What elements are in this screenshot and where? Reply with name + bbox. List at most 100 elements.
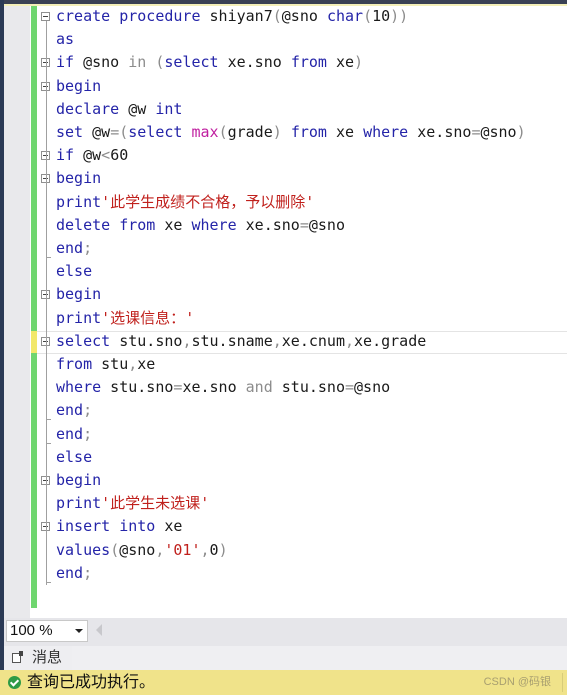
code-token: @w xyxy=(119,99,156,118)
code-token: where xyxy=(56,378,102,397)
code-token: ) xyxy=(218,540,228,559)
code-line: begin xyxy=(56,469,101,492)
code-token: xe xyxy=(155,215,192,234)
code-token: @sno xyxy=(354,378,391,397)
code-token: @sno xyxy=(119,540,156,559)
code-token: shiyan7 xyxy=(200,7,273,25)
code-token: )) xyxy=(390,7,409,25)
code-token: select xyxy=(164,53,219,72)
code-token: where xyxy=(363,123,409,141)
code-line: if @w<60 xyxy=(56,144,128,167)
code-line: begin xyxy=(56,167,101,190)
zoom-level-value: 100 % xyxy=(10,622,53,639)
code-token: select xyxy=(56,331,111,350)
code-line: declare @w int xyxy=(56,98,182,121)
outline-end-tick xyxy=(46,581,51,583)
code-token: end xyxy=(56,563,84,582)
outline-end-tick xyxy=(46,419,51,421)
code-line: print'选课信息：' xyxy=(56,307,194,330)
code-token: xe xyxy=(137,355,156,373)
code-token: @sno xyxy=(281,7,327,25)
code-token: , xyxy=(345,331,355,350)
code-token: print xyxy=(56,308,102,327)
results-tab-bar: 消息 xyxy=(4,646,567,670)
sql-query-editor[interactable]: create procedure shiyan7(@sno char(10)) a… xyxy=(37,6,567,618)
code-line: begin xyxy=(56,283,101,306)
success-check-icon xyxy=(8,676,21,689)
code-token: begin xyxy=(56,169,102,188)
code-token: where xyxy=(191,215,237,234)
code-token: @sno xyxy=(74,53,129,72)
code-token: xe xyxy=(155,517,183,536)
code-token: ( xyxy=(272,7,282,25)
code-line: else xyxy=(56,260,92,283)
code-line: insert into xe xyxy=(56,515,182,538)
code-token: = xyxy=(299,215,309,234)
collapse-region-icon[interactable] xyxy=(41,12,50,21)
code-token: max xyxy=(191,123,219,141)
outline-guide-line xyxy=(46,21,47,585)
code-token: if xyxy=(56,146,75,165)
code-token: stu.sno xyxy=(110,331,183,350)
code-token: begin xyxy=(56,285,102,304)
code-token: ( xyxy=(110,540,120,559)
code-token: stu.sname xyxy=(191,331,273,350)
code-token: ; xyxy=(83,239,93,257)
code-token: int xyxy=(155,99,183,118)
status-message: 查询已成功执行。 xyxy=(27,674,156,691)
code-token: stu.sno xyxy=(272,378,345,397)
code-token: print xyxy=(56,192,102,211)
code-line: print'此学生成绩不合格，予以删除' xyxy=(56,191,314,214)
code-line: end; xyxy=(56,399,92,422)
code-token: ; xyxy=(83,424,93,443)
zoom-level-select[interactable]: 100 % xyxy=(6,620,88,642)
code-token: else xyxy=(56,262,93,281)
tab-messages[interactable]: 消息 xyxy=(4,646,72,670)
code-token: if xyxy=(56,53,75,72)
code-token: else xyxy=(56,447,93,466)
code-token: , xyxy=(128,355,138,373)
code-token: xe.sno xyxy=(218,53,291,72)
code-token: < xyxy=(101,146,111,165)
code-token: delete from xyxy=(56,215,156,234)
code-token: xe.cnum xyxy=(281,331,345,350)
code-token: '此学生成绩不合格，予以删除' xyxy=(101,192,315,211)
code-token: 10 xyxy=(372,7,391,25)
code-token: select xyxy=(128,123,183,141)
scroll-left-arrow-icon[interactable] xyxy=(96,624,102,636)
code-line: set @w=(select max(grade) from xe where … xyxy=(56,121,526,144)
outline-end-tick xyxy=(46,257,51,258)
code-line: from stu,xe xyxy=(56,353,155,376)
code-token: stu xyxy=(92,355,129,373)
status-divider xyxy=(562,673,563,692)
code-token: ) xyxy=(516,123,526,141)
code-line: where stu.sno=xe.sno and stu.sno=@sno xyxy=(56,376,390,399)
code-token: char xyxy=(326,7,364,25)
code-token: from xyxy=(290,123,327,141)
code-line: select stu.sno,stu.sname,xe.cnum,xe.grad… xyxy=(56,330,426,353)
editor-gutter xyxy=(4,6,30,618)
code-token: xe xyxy=(326,53,355,72)
code-line: end; xyxy=(56,423,92,446)
code-line: values(@sno,'01',0) xyxy=(56,539,228,562)
code-token: end xyxy=(56,239,84,257)
code-token: end xyxy=(56,401,84,420)
code-token: xe.sno xyxy=(236,215,300,234)
code-token: =( xyxy=(110,123,129,141)
code-token: end xyxy=(56,424,84,443)
code-line: print'此学生未选课' xyxy=(56,492,209,515)
outline-end-tick xyxy=(46,442,51,444)
code-token: ) xyxy=(354,53,364,72)
watermark-text: CSDN @码银 xyxy=(483,676,551,688)
code-token: , xyxy=(272,331,282,350)
messages-icon xyxy=(12,651,23,663)
code-line: if @sno in (select xe.sno from xe) xyxy=(56,51,363,74)
code-token: @w xyxy=(83,123,111,141)
code-token: ( xyxy=(218,123,228,141)
query-status-bar: 查询已成功执行。 CSDN @码银 xyxy=(0,670,567,695)
chevron-down-icon[interactable] xyxy=(75,629,83,633)
code-token: from xyxy=(290,53,327,72)
code-token: = xyxy=(345,378,355,397)
code-token: 0 xyxy=(209,540,219,559)
